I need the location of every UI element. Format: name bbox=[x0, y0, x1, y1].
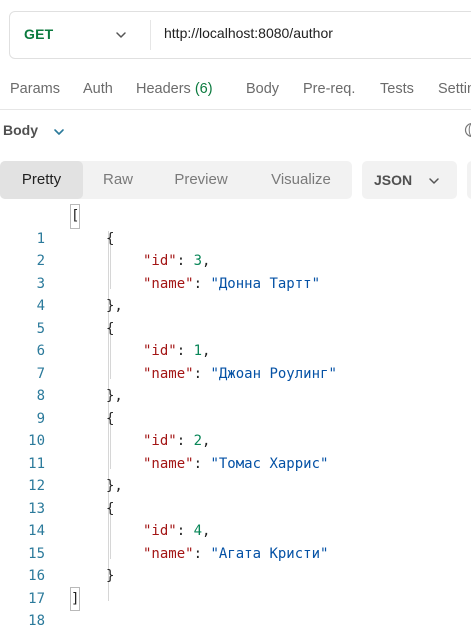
json-field-name: "name": "Джоан Роулинг" bbox=[143, 363, 337, 386]
json-close-brace: }, bbox=[106, 298, 123, 314]
json-number-value: 3 bbox=[193, 253, 203, 269]
globe-icon[interactable] bbox=[464, 122, 471, 138]
json-number-value: 2 bbox=[193, 433, 203, 449]
json-key: "name" bbox=[143, 275, 194, 292]
code-line: 17 } bbox=[0, 565, 471, 607]
json-key: "name" bbox=[143, 455, 194, 472]
response-body-label[interactable]: Body bbox=[3, 122, 38, 138]
view-mode-pretty[interactable]: Pretty bbox=[0, 161, 83, 199]
view-mode-raw[interactable]: Raw bbox=[88, 161, 148, 199]
json-number-value: 1 bbox=[193, 343, 203, 359]
json-open-bracket: [ bbox=[69, 204, 81, 229]
json-colon: : bbox=[176, 523, 194, 539]
code-line: 11 "id": 2, bbox=[0, 430, 471, 472]
json-key: "id" bbox=[143, 253, 177, 269]
json-open-brace: { bbox=[106, 410, 115, 427]
code-line: 18 ] bbox=[0, 586, 471, 629]
json-open-brace: { bbox=[106, 320, 115, 337]
code-line: 6 { bbox=[0, 318, 471, 360]
json-close-brace: } bbox=[106, 568, 115, 584]
code-line: 12 "name": "Томас Харрис" bbox=[0, 453, 471, 495]
chevron-down-icon bbox=[429, 178, 439, 184]
json-close-brace: }, bbox=[106, 478, 123, 494]
postman-request-view: GET http://localhost:8080/author Params … bbox=[0, 0, 471, 641]
json-comma: , bbox=[202, 523, 211, 539]
chevron-down-icon[interactable] bbox=[52, 125, 66, 139]
code-line: 13 }, bbox=[0, 475, 471, 517]
view-mode-tabs: Pretty Raw Preview Visualize bbox=[0, 161, 352, 199]
json-field-name: "name": "Томас Харрис" bbox=[143, 453, 328, 476]
request-tabs: Params Auth Headers (6) Body Pre-req. Te… bbox=[0, 77, 471, 103]
json-colon: : bbox=[193, 455, 211, 472]
tabs-divider bbox=[0, 109, 471, 110]
tab-headers[interactable]: Headers (6) bbox=[136, 81, 213, 97]
json-field-name: "name": "Донна Тартт" bbox=[143, 273, 320, 296]
tab-tests[interactable]: Tests bbox=[380, 81, 414, 97]
url-bar: GET http://localhost:8080/author bbox=[9, 11, 471, 59]
json-colon: : bbox=[176, 433, 194, 449]
json-colon: : bbox=[176, 253, 194, 269]
json-field-id: "id": 4, bbox=[143, 520, 210, 543]
json-number-value: 4 bbox=[193, 523, 203, 539]
view-mode-visualize[interactable]: Visualize bbox=[256, 161, 346, 199]
code-line: 4 "name": "Донна Тартт" bbox=[0, 273, 471, 315]
headers-count-badge: (6) bbox=[194, 81, 213, 97]
response-code-editor[interactable]: 1 [ 2 { 3 "id": 3, 4 "name": "Донна Тарт… bbox=[0, 204, 471, 629]
chevron-down-icon bbox=[116, 32, 126, 38]
json-field-id: "id": 3, bbox=[143, 250, 210, 273]
tab-params[interactable]: Params bbox=[10, 81, 60, 97]
json-string-value: "Томас Харрис" bbox=[210, 455, 329, 472]
json-string-value: "Агата Кристи" bbox=[210, 545, 329, 562]
json-close-bracket: ] bbox=[69, 586, 81, 611]
json-comma: , bbox=[202, 253, 211, 269]
json-key: "id" bbox=[143, 343, 177, 359]
json-colon: : bbox=[193, 545, 211, 562]
json-open-brace: { bbox=[106, 500, 115, 517]
code-line: 8 "name": "Джоан Роулинг" bbox=[0, 363, 471, 405]
view-mode-preview[interactable]: Preview bbox=[160, 161, 242, 199]
tab-headers-label: Headers bbox=[136, 81, 191, 97]
code-line: 3 "id": 3, bbox=[0, 250, 471, 292]
code-line: 16 "name": "Агата Кристи" bbox=[0, 543, 471, 585]
json-field-id: "id": 2, bbox=[143, 430, 210, 453]
method-select[interactable]: GET bbox=[10, 12, 150, 58]
json-key: "name" bbox=[143, 365, 194, 382]
tab-body[interactable]: Body bbox=[246, 81, 279, 97]
format-select[interactable]: JSON bbox=[362, 161, 457, 199]
json-field-id: "id": 1, bbox=[143, 340, 210, 363]
json-colon: : bbox=[176, 343, 194, 359]
url-divider bbox=[150, 20, 151, 50]
response-extra-button[interactable] bbox=[467, 161, 471, 199]
json-open-brace: { bbox=[106, 230, 115, 247]
code-line: 10 { bbox=[0, 408, 471, 450]
tab-prereq[interactable]: Pre-req. bbox=[303, 81, 355, 97]
format-label: JSON bbox=[374, 172, 413, 188]
tab-auth[interactable]: Auth bbox=[83, 81, 113, 97]
code-line: 1 [ bbox=[0, 204, 471, 247]
json-string-value: "Донна Тартт" bbox=[210, 275, 321, 292]
json-colon: : bbox=[193, 275, 211, 292]
json-key: "id" bbox=[143, 433, 177, 449]
json-string-value: "Джоан Роулинг" bbox=[210, 365, 337, 382]
code-line: 2 { bbox=[0, 228, 471, 270]
json-field-name: "name": "Агата Кристи" bbox=[143, 543, 328, 566]
json-comma: , bbox=[202, 343, 211, 359]
method-label: GET bbox=[24, 26, 54, 42]
url-input[interactable]: http://localhost:8080/author bbox=[164, 25, 464, 45]
json-close-brace: }, bbox=[106, 388, 123, 404]
code-line: 14 { bbox=[0, 498, 471, 540]
json-key: "id" bbox=[143, 523, 177, 539]
code-line: 9 }, bbox=[0, 385, 471, 427]
json-comma: , bbox=[202, 433, 211, 449]
code-line: 5 }, bbox=[0, 295, 471, 337]
code-line: 15 "id": 4, bbox=[0, 520, 471, 562]
line-number: 18 bbox=[28, 613, 45, 629]
json-key: "name" bbox=[143, 545, 194, 562]
tab-settings[interactable]: Settings bbox=[438, 81, 471, 97]
code-line: 7 "id": 1, bbox=[0, 340, 471, 382]
json-colon: : bbox=[193, 365, 211, 382]
